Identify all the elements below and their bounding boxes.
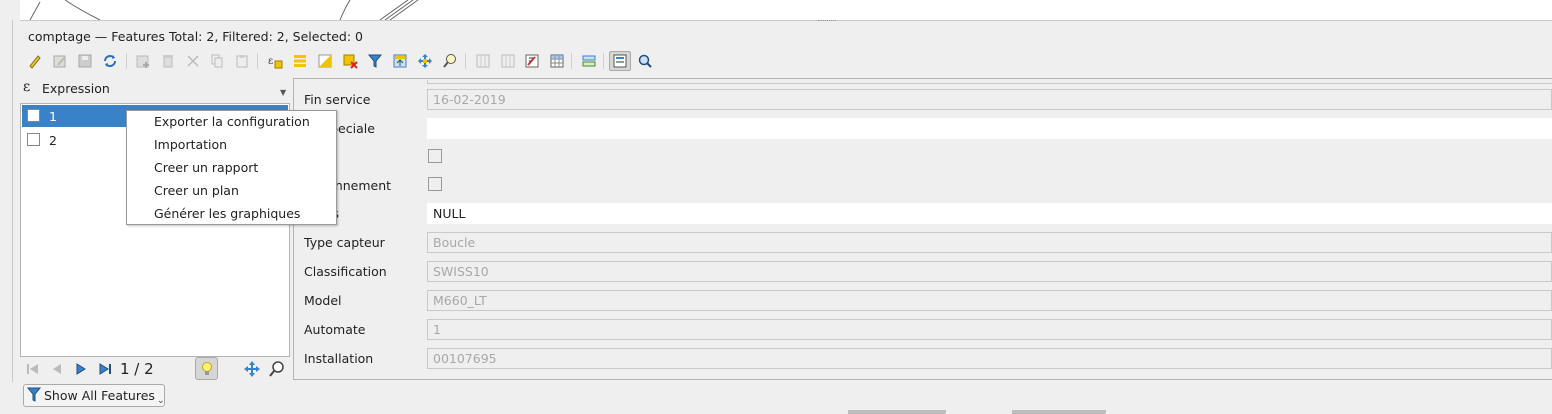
field-label-classification: Classification: [304, 264, 387, 279]
classification-input[interactable]: SWISS10: [427, 261, 1552, 282]
last-feature-button[interactable]: [97, 360, 115, 378]
pager-text: 1 / 2: [120, 360, 154, 378]
zoom-to-selection-icon[interactable]: [439, 51, 461, 71]
pan-to-selection-icon[interactable]: [414, 51, 436, 71]
invert-selection-icon[interactable]: [314, 51, 336, 71]
cut-icon[interactable]: [182, 51, 204, 71]
left-dock-edge: [0, 20, 13, 382]
reload-icon[interactable]: [99, 51, 121, 71]
expression-label: Expression: [42, 81, 110, 96]
field-label-fin-service: Fin service: [304, 92, 371, 107]
zoom-to-feature-icon[interactable]: [268, 360, 286, 378]
feature-checkbox[interactable]: [27, 133, 40, 146]
svg-text:ε: ε: [268, 56, 273, 67]
filter-icon[interactable]: [364, 51, 386, 71]
splitter-handle[interactable]: [818, 20, 836, 25]
save-icon[interactable]: [74, 51, 96, 71]
pan-to-feature-icon[interactable]: [243, 360, 261, 378]
add-feature-icon[interactable]: [132, 51, 154, 71]
conditional-format-icon[interactable]: [546, 51, 568, 71]
bottom-button-stub[interactable]: [848, 410, 946, 414]
window-title: comptage — Features Total: 2, Filtered: …: [28, 29, 363, 44]
field-calculator-icon[interactable]: [521, 51, 543, 71]
menu-item-generer-graphiques[interactable]: Générer les graphiques: [154, 206, 300, 221]
code-speciale-input[interactable]: [427, 118, 1552, 139]
scrolled-field-edge: [427, 80, 1552, 84]
table-view-icon[interactable]: [634, 51, 656, 71]
model-input[interactable]: M660_LT: [427, 290, 1552, 311]
menu-item-creer-plan[interactable]: Creer un plan: [154, 183, 239, 198]
field-label-automate: Automate: [304, 322, 366, 337]
fin-service-input[interactable]: 16-02-2019: [427, 89, 1552, 110]
delete-icon[interactable]: [157, 51, 179, 71]
expression-select-icon[interactable]: ε: [264, 51, 286, 71]
filter-button-label: Show All Features: [44, 388, 155, 403]
menu-item-creer-rapport[interactable]: Creer un rapport: [154, 160, 258, 175]
new-field-icon[interactable]: [472, 51, 494, 71]
remarques-input[interactable]: NULL: [427, 203, 1552, 224]
chevron-down-icon: ⌄: [157, 396, 165, 406]
paste-icon[interactable]: [231, 51, 253, 71]
field-label-type-capteur: Type capteur: [304, 235, 385, 250]
feature-label: 2: [49, 133, 57, 148]
menu-item-importation[interactable]: Importation: [154, 137, 227, 152]
chevron-down-icon[interactable]: ▼: [280, 88, 286, 97]
move-to-top-icon[interactable]: [389, 51, 411, 71]
map-canvas[interactable]: [20, 0, 1552, 21]
bottom-button-stub[interactable]: [1012, 410, 1106, 414]
delete-field-icon[interactable]: [497, 51, 519, 71]
context-menu: Exporter la configuration Importation Cr…: [126, 110, 337, 225]
field-label-installation: Installation: [304, 351, 374, 366]
field-e-checkbox[interactable]: [428, 149, 442, 163]
type-capteur-input[interactable]: Boucle: [427, 232, 1552, 253]
deselect-icon[interactable]: [339, 51, 361, 71]
multi-edit-icon[interactable]: [49, 51, 71, 71]
feature-checkbox[interactable]: [27, 109, 40, 122]
first-feature-button[interactable]: [24, 360, 42, 378]
filter-icon: [26, 387, 42, 406]
pencil-icon[interactable]: [24, 51, 46, 71]
actions-icon[interactable]: [578, 51, 600, 71]
automate-input[interactable]: 1: [427, 319, 1552, 340]
expression-icon: ε: [23, 79, 31, 95]
menu-item-exporter-configuration[interactable]: Exporter la configuration: [154, 114, 310, 129]
previous-feature-button[interactable]: [48, 360, 66, 378]
next-feature-button[interactable]: [72, 360, 90, 378]
highlight-feature-button[interactable]: [195, 357, 218, 380]
fonctionnement-checkbox[interactable]: [428, 177, 442, 191]
feature-label: 1: [49, 109, 57, 124]
lightbulb-icon: [201, 361, 212, 375]
installation-input[interactable]: 00107695: [427, 348, 1552, 369]
field-label-model: Model: [304, 293, 342, 308]
form-view-icon[interactable]: [609, 51, 631, 71]
copy-icon[interactable]: [206, 51, 228, 71]
select-all-icon[interactable]: [289, 51, 311, 71]
